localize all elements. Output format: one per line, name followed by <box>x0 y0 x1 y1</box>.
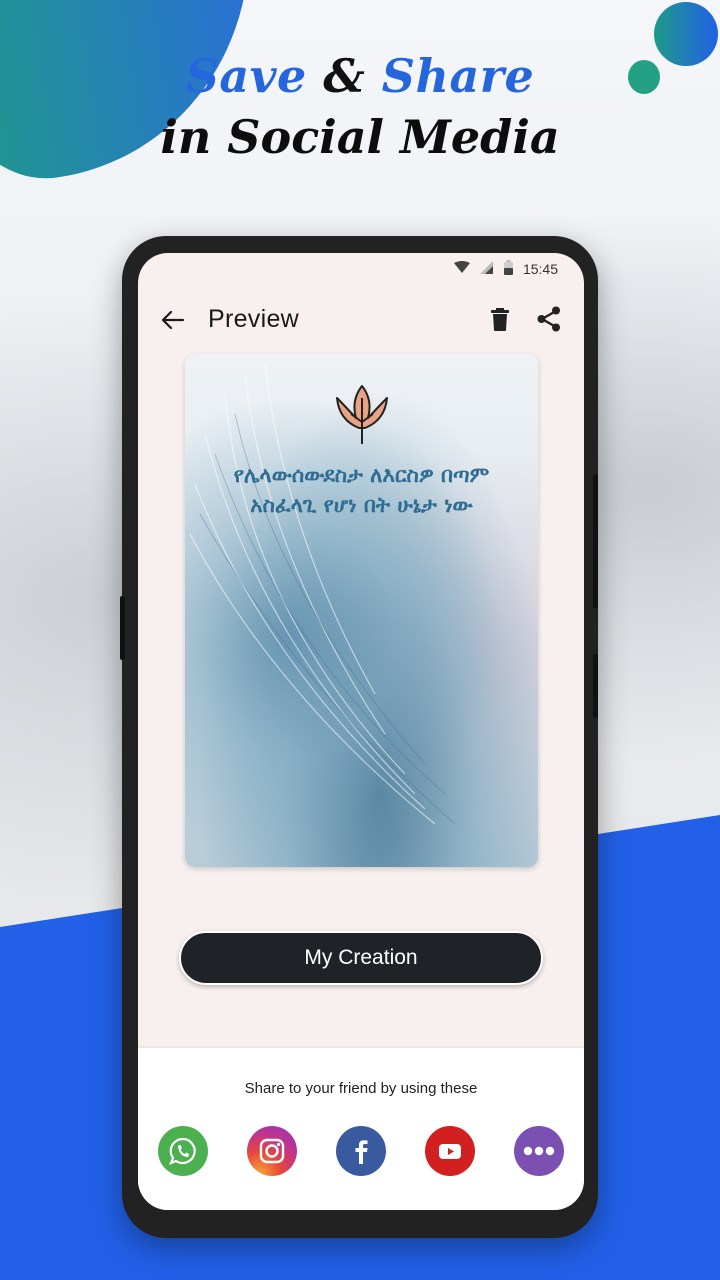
share-panel: Share to your friend by using these <box>138 1046 584 1210</box>
status-bar: 15:45 <box>138 253 584 285</box>
back-button[interactable] <box>158 305 188 335</box>
app-bar: Preview <box>138 293 584 345</box>
delete-icon <box>491 308 509 331</box>
battery-icon <box>503 260 513 278</box>
share-button[interactable] <box>534 304 564 334</box>
headline-share: Share <box>381 49 535 103</box>
quote-line-1: የሌላውሰውደስታ ለእርስዎ በጣም <box>233 463 490 487</box>
quote-text: የሌላውሰውደስታ ለእርስዎ በጣም አስፈላጊ የሆነ በት ሁኔታ ነው <box>185 460 538 520</box>
promo-headline: Save & Share in Social Media <box>0 46 720 168</box>
delete-button[interactable] <box>486 305 514 333</box>
share-facebook-button[interactable] <box>336 1126 386 1176</box>
page-title: Preview <box>208 305 300 333</box>
phone-volume-button <box>593 474 598 608</box>
youtube-icon <box>439 1144 461 1159</box>
leaf-icon <box>336 385 388 444</box>
share-icon <box>537 306 560 332</box>
status-time: 15:45 <box>522 261 558 277</box>
my-creation-button[interactable]: My Creation <box>179 931 543 985</box>
share-more-button[interactable] <box>514 1126 564 1176</box>
signal-icon <box>479 261 494 277</box>
instagram-icon <box>259 1138 285 1164</box>
quote-line-2: አስፈላጊ የሆነ በት ሁኔታ ነው <box>250 493 473 517</box>
share-targets <box>158 1126 564 1178</box>
phone-side-button <box>120 596 125 660</box>
headline-save: Save <box>185 49 307 103</box>
phone-power-button <box>593 654 598 718</box>
wifi-icon <box>453 261 470 277</box>
share-instagram-button[interactable] <box>247 1126 297 1176</box>
share-youtube-button[interactable] <box>425 1126 475 1176</box>
headline-line-2: in Social Media <box>160 110 560 164</box>
quote-preview-card: የሌላውሰውደስታ ለእርስዎ በጣም አስፈላጊ የሆነ በት ሁኔታ ነው <box>185 354 538 867</box>
headline-ampersand: & <box>323 49 366 103</box>
phone-screen: 15:45 Preview የሌላውሰውደስታ ለእርስዎ በጣም አስፈላጊ … <box>138 253 584 1210</box>
whatsapp-icon <box>169 1137 196 1165</box>
more-icon <box>523 1146 555 1156</box>
share-whatsapp-button[interactable] <box>158 1126 208 1176</box>
facebook-icon <box>355 1140 368 1164</box>
share-label: Share to your friend by using these <box>244 1080 478 1097</box>
arrow-left-icon <box>161 310 185 330</box>
headline-line-1: Save & Share <box>0 46 720 106</box>
